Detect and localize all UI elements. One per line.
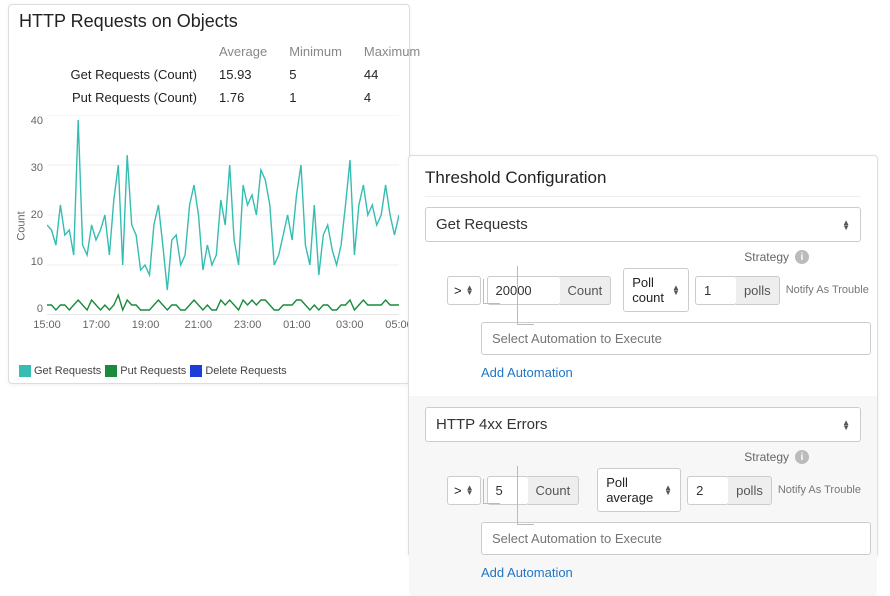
- x-tick: 21:00: [185, 319, 213, 331]
- stats-row: Put Requests (Count) 1.76 1 4: [47, 86, 442, 109]
- legend-label: Put Requests: [120, 365, 186, 377]
- stats-cell: 4: [364, 86, 442, 109]
- stats-header-blank: [47, 40, 219, 63]
- stats-header-min: Minimum: [289, 40, 364, 63]
- x-tick: 17:00: [83, 319, 111, 331]
- strategy-label: Strategy: [744, 250, 789, 264]
- http-requests-panel: HTTP Requests on Objects Average Minimum…: [8, 4, 410, 384]
- operator-select[interactable]: >▲▼: [447, 476, 481, 505]
- stats-header-max: Maximum: [364, 40, 442, 63]
- y-tick: 0: [37, 303, 43, 315]
- threshold-rule: HTTP 4xx Errors ▲▼ Strategy i >▲▼ Count …: [409, 396, 877, 596]
- stats-cell: 5: [289, 63, 364, 86]
- line-chart: Count 40 30 20 10 0 15:00 17:00 19:00 21…: [47, 115, 399, 345]
- strategy-select[interactable]: Poll count▲▼: [623, 268, 689, 312]
- metric-select[interactable]: HTTP 4xx Errors ▲▼: [425, 407, 861, 442]
- http-panel-title: HTTP Requests on Objects: [19, 11, 399, 32]
- plot-area: [47, 115, 399, 315]
- count-unit: Count: [528, 476, 580, 505]
- stats-row: Get Requests (Count) 15.93 5 44: [47, 63, 442, 86]
- stats-cell: 44: [364, 63, 442, 86]
- stats-cell: 1.76: [219, 86, 289, 109]
- x-tick: 15:00: [33, 319, 61, 331]
- count-unit: Count: [560, 276, 612, 305]
- legend-swatch: [190, 365, 202, 377]
- notify-label: Notify As Trouble: [786, 284, 869, 296]
- updown-icon: ▲▼: [842, 220, 850, 230]
- chart-legend: Get Requests Put Requests Delete Request…: [19, 365, 287, 377]
- x-tick: 03:00: [336, 319, 364, 331]
- stats-row-label: Put Requests (Count): [47, 86, 219, 109]
- polls-unit: polls: [728, 476, 772, 505]
- info-icon[interactable]: i: [795, 250, 809, 264]
- stats-cell: 15.93: [219, 63, 289, 86]
- automation-select[interactable]: [481, 322, 871, 355]
- stats-cell: 1: [289, 86, 364, 109]
- stats-table: Average Minimum Maximum Get Requests (Co…: [47, 40, 442, 109]
- y-tick: 40: [31, 115, 43, 127]
- strategy-select[interactable]: Poll average▲▼: [597, 468, 681, 512]
- poll-value-input[interactable]: [687, 476, 729, 505]
- legend-label: Get Requests: [34, 365, 101, 377]
- y-tick: 10: [31, 256, 43, 268]
- updown-icon: ▲▼: [672, 285, 680, 295]
- threshold-rule: Get Requests ▲▼ Strategy i >▲▼ Count Pol…: [425, 196, 861, 396]
- metric-select-value: HTTP 4xx Errors: [436, 416, 547, 433]
- metric-select[interactable]: Get Requests ▲▼: [425, 207, 861, 242]
- y-axis: 40 30 20 10 0: [19, 115, 43, 315]
- poll-value-input[interactable]: [695, 276, 737, 305]
- updown-icon: ▲▼: [664, 485, 672, 495]
- legend-item[interactable]: Put Requests: [105, 365, 186, 377]
- legend-item[interactable]: Delete Requests: [190, 365, 286, 377]
- updown-icon: ▲▼: [466, 285, 474, 295]
- y-tick: 20: [31, 209, 43, 221]
- stats-header-avg: Average: [219, 40, 289, 63]
- condition-row: >▲▼ Count Poll count▲▼ polls Notify As T…: [447, 268, 861, 312]
- x-tick: 01:00: [283, 319, 311, 331]
- info-icon[interactable]: i: [795, 450, 809, 464]
- add-automation-link[interactable]: Add Automation: [481, 365, 861, 380]
- threshold-title: Threshold Configuration: [425, 168, 861, 188]
- metric-select-value: Get Requests: [436, 216, 528, 233]
- updown-icon: ▲▼: [842, 420, 850, 430]
- condition-row: >▲▼ Count Poll average▲▼ polls Notify As…: [447, 468, 861, 512]
- x-tick: 23:00: [234, 319, 262, 331]
- threshold-panel: Threshold Configuration Get Requests ▲▼ …: [408, 155, 878, 557]
- y-tick: 30: [31, 162, 43, 174]
- updown-icon: ▲▼: [466, 485, 474, 495]
- add-automation-link[interactable]: Add Automation: [481, 565, 861, 580]
- x-tick: 19:00: [132, 319, 160, 331]
- stats-row-label: Get Requests (Count): [47, 63, 219, 86]
- legend-swatch: [105, 365, 117, 377]
- legend-swatch: [19, 365, 31, 377]
- legend-item[interactable]: Get Requests: [19, 365, 101, 377]
- operator-select[interactable]: >▲▼: [447, 276, 481, 305]
- legend-label: Delete Requests: [205, 365, 286, 377]
- strategy-label: Strategy: [744, 450, 789, 464]
- notify-label: Notify As Trouble: [778, 484, 861, 496]
- automation-select[interactable]: [481, 522, 871, 555]
- polls-unit: polls: [736, 276, 780, 305]
